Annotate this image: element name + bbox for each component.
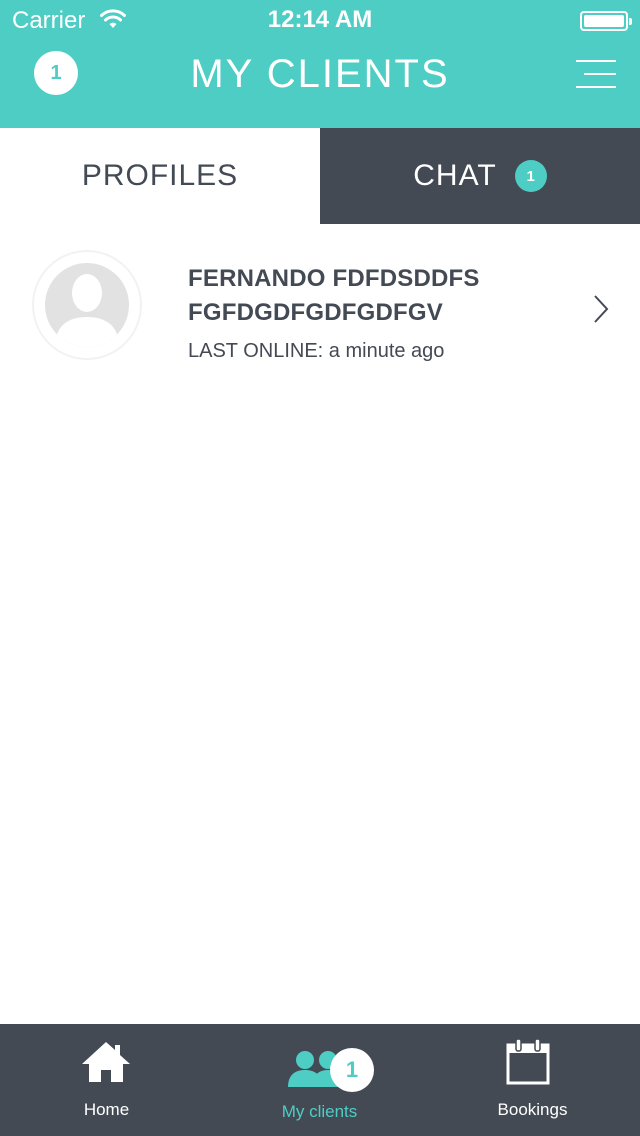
calendar-icon — [506, 1038, 550, 1085]
last-online-text: LAST ONLINE: a minute ago — [188, 340, 445, 362]
client-name: FERNANDO FDFDSDDFS FGFDGDFGDFGDFGV — [188, 265, 480, 326]
battery-icon — [580, 11, 632, 31]
bottom-tab-bar: Home My clients Bookings — [0, 1024, 640, 1136]
app-header: Carrier 12:14 AM 1 MY CLIENTS — [0, 0, 640, 128]
tabbar-label-bookings: Bookings — [497, 1100, 568, 1119]
client-list-item[interactable]: FERNANDO FDFDSDDFS FGFDGDFGDFGDFGV LAST … — [0, 224, 640, 384]
my-clients-badge: 1 — [330, 1048, 374, 1092]
tab-profiles[interactable]: PROFILES — [0, 128, 320, 224]
tabbar-item-bookings[interactable]: Bookings — [426, 1024, 639, 1136]
tabbar-item-my-clients[interactable]: My clients — [213, 1024, 426, 1136]
tab-chat-label: CHAT — [413, 159, 497, 192]
tabbar-label-home: Home — [83, 1100, 130, 1119]
home-icon — [82, 1042, 130, 1082]
default-person-icon — [45, 263, 129, 347]
segment-tabs: PROFILES CHAT 1 — [0, 128, 640, 224]
chat-badge: 1 — [514, 160, 547, 192]
status-bar: Carrier 12:14 AM — [0, 0, 640, 40]
tab-chat[interactable]: CHAT 1 — [320, 128, 640, 224]
tab-profiles-label: PROFILES — [81, 159, 239, 192]
page-title: MY CLIENTS — [190, 52, 450, 96]
status-time: 12:14 AM — [267, 6, 373, 33]
chevron-right-icon — [594, 295, 609, 323]
avatar — [32, 250, 142, 360]
tabbar-item-home[interactable]: Home — [0, 1024, 213, 1136]
tabbar-label-my-clients: My clients — [281, 1102, 358, 1121]
hamburger-menu-icon[interactable] — [574, 58, 616, 92]
